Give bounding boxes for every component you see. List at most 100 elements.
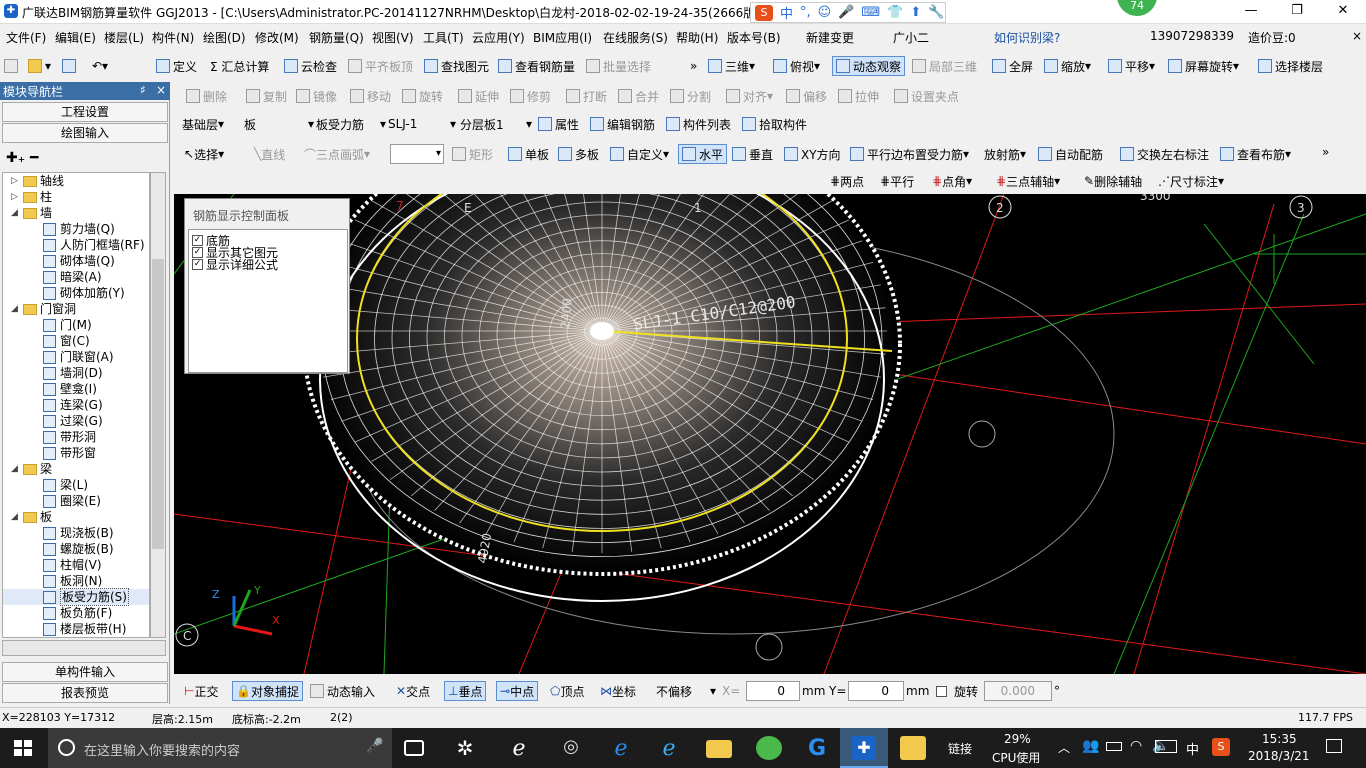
menu-view[interactable]: 视图(V) (372, 29, 414, 46)
delete-axis-button[interactable]: ✎ 删除辅轴 (1084, 171, 1142, 191)
x-input[interactable]: 0 (746, 681, 800, 701)
tree-item[interactable]: 连梁(G) (3, 397, 149, 413)
tree-item[interactable]: 柱帽(V) (3, 557, 149, 573)
tree-item[interactable]: 暗梁(A) (3, 269, 149, 285)
windows-start-icon[interactable] (14, 740, 32, 756)
tree-item[interactable]: 窗(C) (3, 333, 149, 349)
ime-toolbar[interactable]: S 中 °, ☺ 🎤 ⌨ 👕 ⬆ 🔧 (750, 2, 946, 23)
tree-collapse-all-icon[interactable]: ━ (30, 150, 38, 166)
top-view-button[interactable]: 俯视 ▾ (773, 56, 820, 76)
horizontal-button[interactable]: 水平 (678, 144, 728, 164)
tree-expand-icon[interactable]: ◢ (11, 205, 21, 221)
drawing-input-button[interactable]: 绘图输入 (2, 123, 168, 143)
tree-expand-icon[interactable]: ◢ (11, 509, 21, 525)
tree-item[interactable]: 砌体加筋(Y) (3, 285, 149, 301)
tree-item[interactable]: 人防门框墙(RF) (3, 237, 149, 253)
sogou-icon[interactable]: S (755, 4, 773, 21)
properties-button[interactable]: 属性 (538, 114, 579, 134)
find-element-button[interactable]: 查找图元 (424, 56, 489, 76)
define-button[interactable]: 定义 (156, 56, 197, 76)
rotate-button[interactable]: 旋转 (402, 86, 443, 106)
tree-expand-icon[interactable]: ◢ (11, 461, 21, 477)
tree-item[interactable]: 带形窗 (3, 445, 149, 461)
component-tree[interactable]: ▷ 轴线 ▷ 柱 ◢ 墙剪力墙(Q) 人防门框墙(RF) 砌体墙(Q) 暗梁(A) 砌体加筋(Y)… (2, 172, 150, 638)
tree-item[interactable]: 板洞(N) (3, 573, 149, 589)
maximize-button[interactable]: ❐ (1274, 0, 1320, 24)
edge-icon[interactable]: ℯ (506, 736, 532, 761)
tree-item[interactable]: 过梁(G) (3, 413, 149, 429)
point-angle-axis-button[interactable]: ⋕ 点角 ▾ (932, 171, 972, 191)
menu-new-change[interactable]: 新建变更 (806, 29, 854, 46)
taskbar-link-label[interactable]: 链接 (948, 740, 972, 757)
tree-item[interactable]: 圈梁(E) (3, 493, 149, 509)
menu-edit[interactable]: 编辑(E) (55, 29, 96, 46)
tree-item[interactable]: 墙洞(D) (3, 365, 149, 381)
vertical-button[interactable]: 垂直 (732, 144, 773, 164)
tree-scrollbar[interactable] (150, 172, 166, 638)
rectangle-button[interactable]: 矩形 (452, 144, 493, 164)
menu-modify[interactable]: 修改(M) (255, 29, 299, 46)
tree-item[interactable]: 螺旋板(B) (3, 541, 149, 557)
layer-select[interactable]: 分层板1 ▾ (460, 114, 532, 134)
menu-rebar[interactable]: 钢筋量(Q) (309, 29, 364, 46)
auto-rebar-button[interactable]: 自动配筋 (1038, 144, 1103, 164)
menu-tools[interactable]: 工具(T) (423, 29, 464, 46)
menu-assistant[interactable]: 广小二 (893, 29, 929, 46)
tree-folder[interactable]: ◢ 门窗洞 (3, 301, 149, 317)
rebar-display-control-panel[interactable]: 钢筋显示控制面板 ✓ 底筋 ✓ 显示其它图元 ✓ 显示详细公式 (184, 198, 350, 374)
custom-button[interactable]: 自定义 ▾ (610, 144, 669, 164)
align-button[interactable]: 对齐 ▾ (726, 86, 773, 106)
ime-upload-icon[interactable]: ⬆ (910, 5, 921, 20)
tray-chevron-icon[interactable]: ︿ (1058, 739, 1070, 756)
copy-button[interactable]: 复制 (246, 86, 287, 106)
tree-expand-icon[interactable]: ◢ (11, 301, 21, 317)
split-button[interactable]: 分割 (670, 86, 711, 106)
edge-blue-icon[interactable]: ℯ (608, 736, 634, 761)
close-button[interactable]: ✕ (1320, 0, 1366, 24)
batch-select-button[interactable]: 批量选择 (586, 56, 651, 76)
line-button[interactable]: ╲ 直线 (254, 144, 285, 164)
drawing-viewport[interactable]: SLJ-1 C10/C12@200 2400 4920 3300 7 E 1 2… (174, 194, 1366, 674)
arc-param-select[interactable]: ▾ (390, 144, 444, 164)
floor-select[interactable]: 基础层 ▾ (182, 114, 242, 134)
project-settings-button[interactable]: 工程设置 (2, 102, 168, 122)
break-button[interactable]: 打断 (566, 86, 607, 106)
merge-button[interactable]: 合并 (618, 86, 659, 106)
view-rebar-layout-button[interactable]: 查看布筋 ▾ (1220, 144, 1291, 164)
type-select[interactable]: 板受力筋 ▾ (316, 114, 386, 134)
tree-folder[interactable]: ▷ 柱 (3, 189, 149, 205)
browser-icon[interactable]: ◎ (558, 736, 584, 760)
menu-help[interactable]: 帮助(H) (676, 29, 718, 46)
parallel-axis-button[interactable]: ⋕ 平行 (880, 171, 914, 191)
tree-folder[interactable]: ◢ 板 (3, 509, 149, 525)
perpendicular-snap-button[interactable]: ⊥ 垂点 (444, 681, 487, 701)
undo-icon[interactable]: ↶▾ (92, 56, 108, 76)
tray-battery-icon[interactable] (1106, 742, 1122, 751)
extend-button[interactable]: 延伸 (458, 86, 499, 106)
ime-keyboard-icon[interactable]: ⌨ (861, 5, 880, 20)
mirror-button[interactable]: 镜像 (296, 86, 337, 106)
tree-item[interactable]: 剪力墙(Q) (3, 221, 149, 237)
tree-item[interactable]: 门(M) (3, 317, 149, 333)
tray-keyboard-icon[interactable] (1155, 740, 1177, 753)
task-view-icon[interactable] (404, 740, 424, 756)
offset-mode-select[interactable]: 不偏移 ▾ (656, 681, 716, 701)
menu-bim[interactable]: BIM应用(I) (533, 29, 592, 46)
tree-expand-icon[interactable]: ▷ (11, 173, 21, 189)
single-slab-button[interactable]: 单板 (508, 144, 549, 164)
tree-scroll-thumb[interactable] (152, 259, 164, 549)
stretch-button[interactable]: 拉伸 (838, 86, 879, 106)
three-point-axis-button[interactable]: ⋕ 三点辅轴 ▾ (996, 171, 1060, 191)
3d-view-button[interactable]: 三维 ▾ (708, 56, 755, 76)
menu-component[interactable]: 构件(N) (152, 29, 194, 46)
toolbar-overflow-icon[interactable]: » (690, 56, 697, 76)
glodon-app-icon[interactable]: ✚ (840, 728, 888, 768)
single-component-input-button[interactable]: 单构件输入 (2, 662, 168, 682)
checkbox-checked-icon[interactable]: ✓ (192, 259, 203, 270)
rotate-checkbox[interactable] (936, 686, 947, 697)
xy-direction-button[interactable]: XY方向 (784, 144, 841, 164)
tree-hscrollbar[interactable] (2, 640, 166, 656)
ime-settings-icon[interactable]: 🔧 (928, 5, 944, 20)
local-3d-button[interactable]: 局部三维 (912, 56, 977, 76)
tree-folder[interactable]: ◢ 梁 (3, 461, 149, 477)
